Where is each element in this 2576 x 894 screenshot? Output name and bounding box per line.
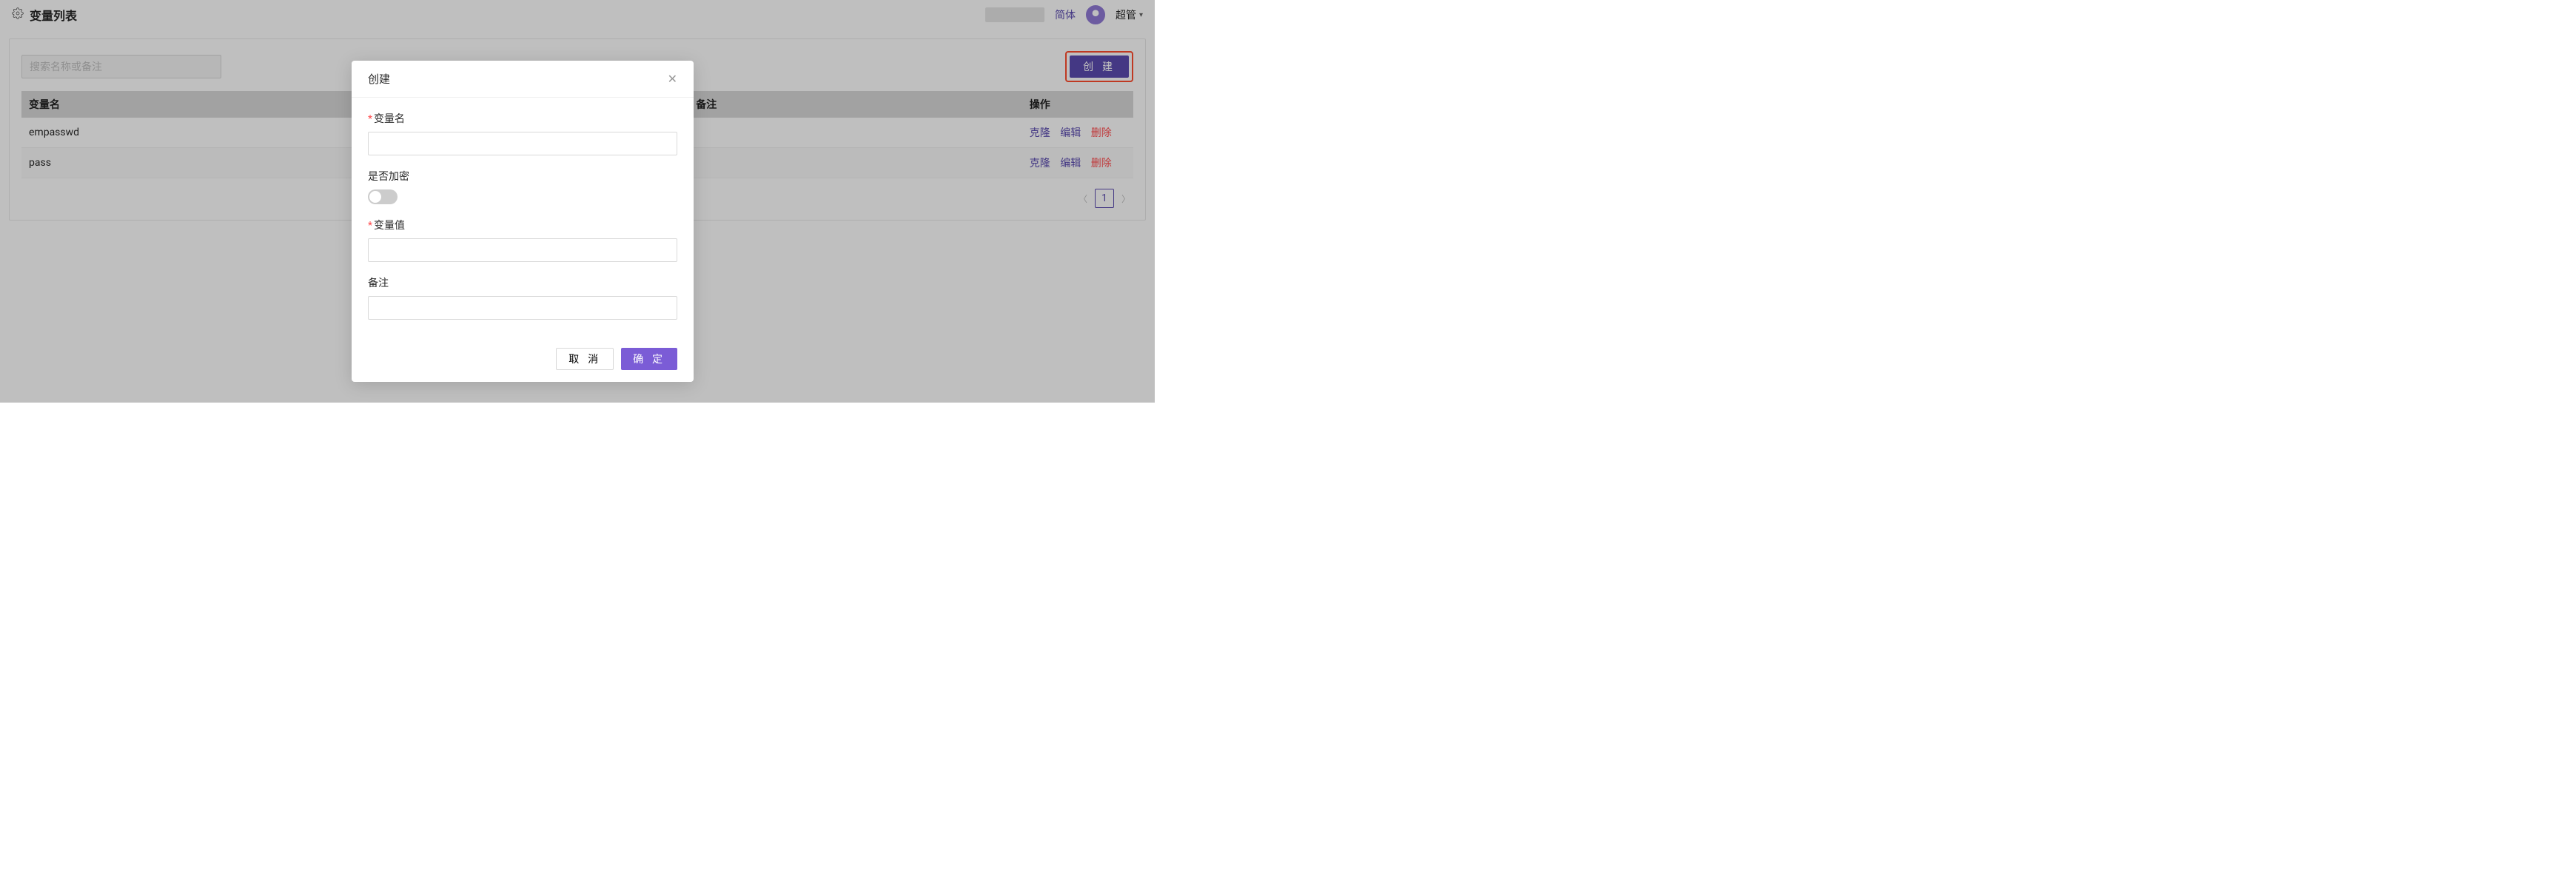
label-remark: 备注 [368, 275, 677, 290]
modal-body: *变量名 是否加密 *变量值 备注 [352, 98, 694, 339]
input-var-name[interactable] [368, 132, 677, 155]
modal-footer: 取 消 确 定 [352, 339, 694, 382]
cancel-button[interactable]: 取 消 [556, 348, 614, 370]
close-icon[interactable]: ✕ [668, 73, 677, 85]
modal-title: 创建 [368, 71, 390, 87]
label-encrypt: 是否加密 [368, 169, 677, 184]
label-var-value: *变量值 [368, 218, 677, 232]
modal-header: 创建 ✕ [352, 61, 694, 98]
confirm-button[interactable]: 确 定 [621, 348, 677, 370]
input-remark[interactable] [368, 296, 677, 320]
create-modal: 创建 ✕ *变量名 是否加密 *变量值 备注 取 消 确 定 [352, 61, 694, 382]
input-var-value[interactable] [368, 238, 677, 262]
label-var-name: *变量名 [368, 111, 677, 126]
encrypt-toggle[interactable] [368, 189, 398, 204]
